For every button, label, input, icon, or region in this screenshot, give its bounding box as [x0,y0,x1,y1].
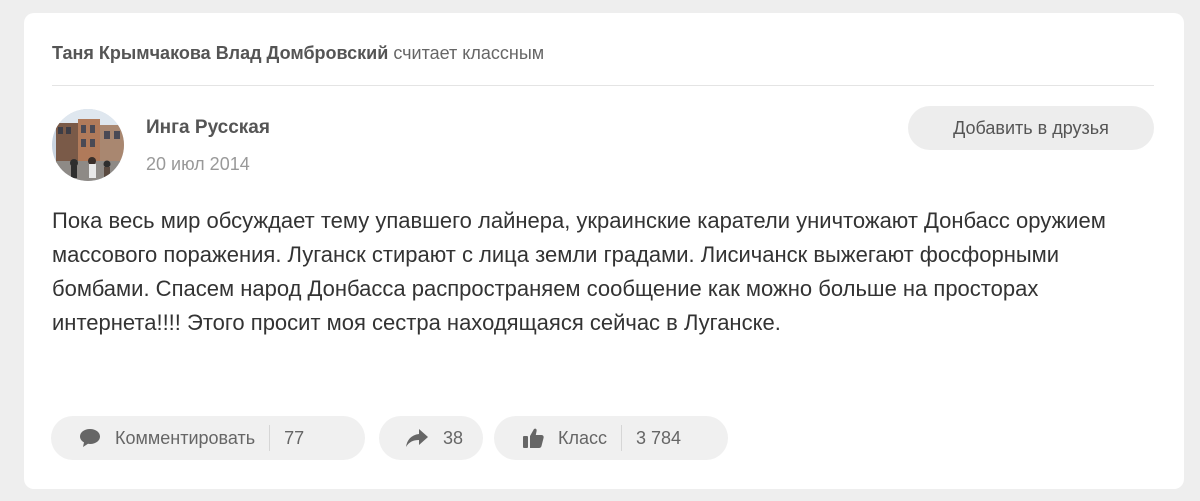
post-author[interactable]: Инга Русская [146,117,270,139]
like-button[interactable]: Класс 3 784 [494,416,728,460]
divider [52,85,1154,86]
feed-card: Таня Крымчакова Влад Домбровский считает… [24,13,1184,489]
post-text: Пока весь мир обсуждает тему упавшего ла… [52,208,1106,335]
post-date[interactable]: 20 июл 2014 [146,154,250,175]
thumbs-up-icon [522,427,544,449]
activity-line: Таня Крымчакова Влад Домбровский считает… [52,43,544,64]
share-count: 38 [443,427,464,448]
activity-action-text: считает классным [393,43,545,63]
activity-actor-2[interactable]: Влад Домбровский [216,43,389,63]
share-button[interactable]: 38 [379,416,483,460]
author-avatar[interactable] [52,109,124,181]
add-friend-button[interactable]: Добавить в друзья [908,106,1154,150]
speech-bubble-icon [79,428,101,448]
activity-actor-1[interactable]: Таня Крымчакова [52,43,211,63]
avatar-photo [52,109,124,181]
comment-separator [269,425,271,451]
comment-button[interactable]: Комментировать 77 [51,416,365,460]
comment-label: Комментировать [115,427,256,448]
like-label: Класс [558,427,607,448]
like-count: 3 784 [636,427,682,448]
like-separator [621,425,622,451]
comment-count: 77 [284,427,305,448]
share-arrow-icon [405,428,429,448]
